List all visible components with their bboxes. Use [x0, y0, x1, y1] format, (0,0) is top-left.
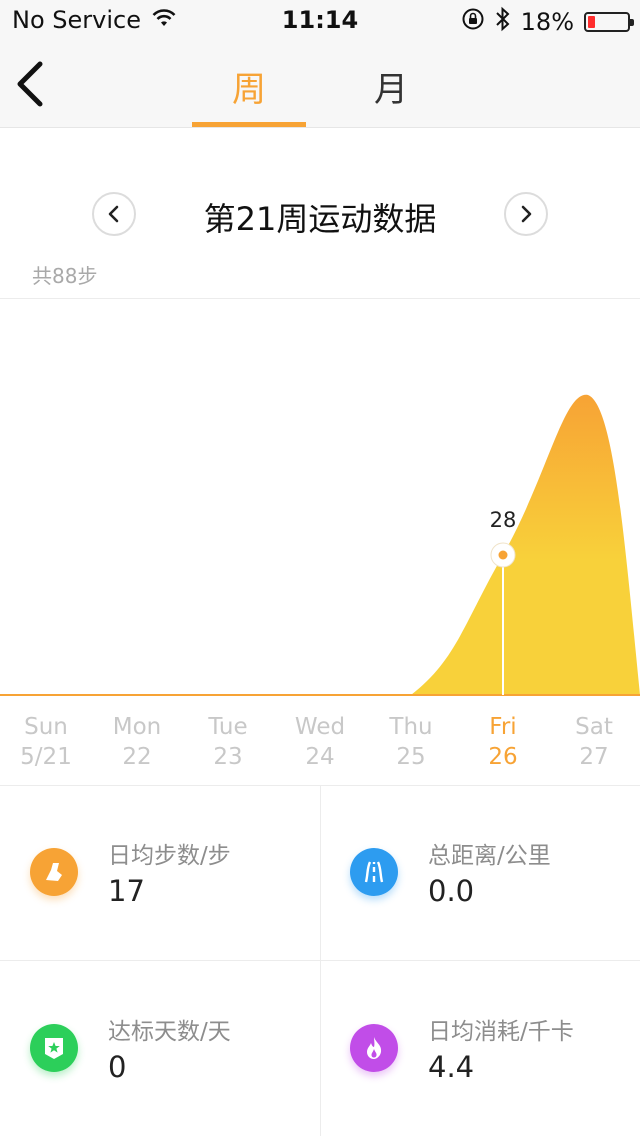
stat-label: 日均消耗/千卡 [428, 1019, 574, 1045]
day-date: 22 [122, 744, 152, 770]
stat-total-distance: 总距离/公里 0.0 [320, 786, 640, 960]
battery-percent: 18% [520, 8, 574, 36]
day-label-thu: Thu 25 [371, 712, 451, 772]
nav-bar: 周 月 [0, 40, 640, 128]
week-header: 第21周运动数据 [0, 190, 640, 238]
highlight-point-dot [498, 550, 508, 560]
day-label-fri: Fri 26 [463, 712, 543, 772]
stat-avg-steps: 日均步数/步 17 [0, 786, 320, 960]
tab-underline [192, 122, 306, 127]
day-label-tue: Tue 23 [188, 712, 268, 772]
day-date: 26 [488, 744, 518, 770]
road-icon [350, 848, 398, 896]
steps-area [0, 394, 640, 695]
flame-icon [350, 1024, 398, 1072]
steps-chart: 28 [0, 394, 640, 696]
stats-grid: 日均步数/步 17 总距离/公里 0.0 达标天数/天 0 日均消耗/千卡 4.… [0, 786, 640, 1136]
rotation-lock-icon [461, 7, 485, 37]
stat-label: 总距离/公里 [428, 843, 551, 869]
day-date: 27 [579, 744, 609, 770]
divider [0, 960, 640, 961]
divider [0, 298, 640, 299]
stat-value: 17 [108, 874, 145, 908]
tab-week[interactable]: 周 [192, 62, 306, 111]
day-name: Tue [208, 714, 248, 740]
stat-label: 达标天数/天 [108, 1019, 231, 1045]
chevron-right-icon [521, 205, 532, 223]
status-bar: No Service 11:14 18% [0, 0, 640, 40]
status-right: 18% [461, 6, 634, 38]
day-label-sun: Sun 5/21 [6, 712, 86, 772]
day-label-wed: Wed 24 [280, 712, 360, 772]
stat-goal-days: 达标天数/天 0 [0, 962, 320, 1136]
day-label-mon: Mon 22 [97, 712, 177, 772]
bluetooth-icon [495, 6, 511, 38]
day-name: Mon [112, 714, 162, 740]
day-date: 5/21 [20, 744, 72, 770]
stat-value: 4.4 [428, 1050, 475, 1084]
stat-label: 日均步数/步 [108, 843, 231, 869]
highlight-value-label: 28 [490, 508, 517, 532]
chevron-left-icon [17, 61, 43, 107]
day-date: 24 [305, 744, 335, 770]
day-date: 23 [213, 744, 243, 770]
day-name: Wed [294, 714, 346, 740]
badge-star-icon [30, 1024, 78, 1072]
next-week-button[interactable] [504, 192, 548, 236]
day-date: 25 [396, 744, 426, 770]
tab-month[interactable]: 月 [334, 62, 448, 111]
day-name: Thu [389, 714, 433, 740]
shoe-icon [30, 848, 78, 896]
day-name: Sun [24, 714, 68, 740]
battery-icon [584, 12, 634, 32]
day-label-sat: Sat 27 [554, 712, 634, 772]
day-name: Fri [489, 714, 517, 740]
stat-value: 0.0 [428, 874, 475, 908]
total-steps: 共88步 [32, 264, 98, 288]
battery-fill [588, 16, 595, 28]
stat-avg-calories: 日均消耗/千卡 4.4 [320, 962, 640, 1136]
day-name: Sat [575, 714, 613, 740]
back-button[interactable] [12, 60, 52, 108]
stat-value: 0 [108, 1050, 127, 1084]
day-labels: Sun 5/21 Mon 22 Tue 23 Wed 24 Thu 25 Fri 26 Sat 27 [0, 712, 640, 772]
